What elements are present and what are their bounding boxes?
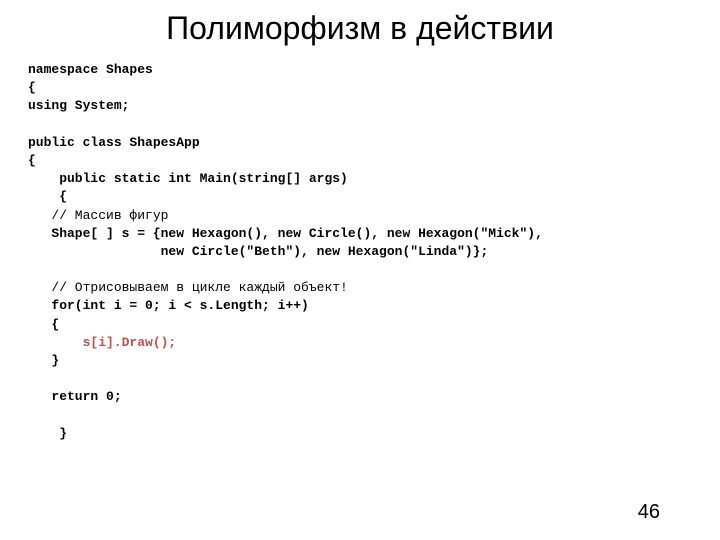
code-line: return 0; bbox=[28, 389, 122, 404]
code-highlight: s[i].Draw(); bbox=[28, 335, 176, 350]
code-block: namespace Shapes { using System; public … bbox=[0, 55, 720, 443]
code-line: namespace Shapes bbox=[28, 62, 153, 77]
code-line: { bbox=[28, 189, 67, 204]
code-comment: // Отрисовываем в цикле каждый объект! bbox=[28, 280, 348, 295]
slide-title: Полиморфизм в действии bbox=[0, 0, 720, 55]
code-line: { bbox=[28, 317, 59, 332]
code-line: public class ShapesApp bbox=[28, 135, 200, 150]
code-line: } bbox=[28, 426, 67, 441]
code-line: Shape[ ] s = {new Hexagon(), new Circle(… bbox=[28, 226, 543, 241]
code-line: new Circle("Beth"), new Hexagon("Linda")… bbox=[28, 244, 488, 259]
code-line: for(int i = 0; i < s.Length; i++) bbox=[28, 298, 309, 313]
code-line: using System; bbox=[28, 98, 129, 113]
code-line: { bbox=[28, 153, 36, 168]
code-line: } bbox=[28, 353, 59, 368]
code-comment: // Массив фигур bbox=[28, 208, 168, 223]
code-line: { bbox=[28, 80, 36, 95]
page-number: 46 bbox=[638, 501, 660, 524]
code-line: public static int Main(string[] args) bbox=[28, 171, 348, 186]
